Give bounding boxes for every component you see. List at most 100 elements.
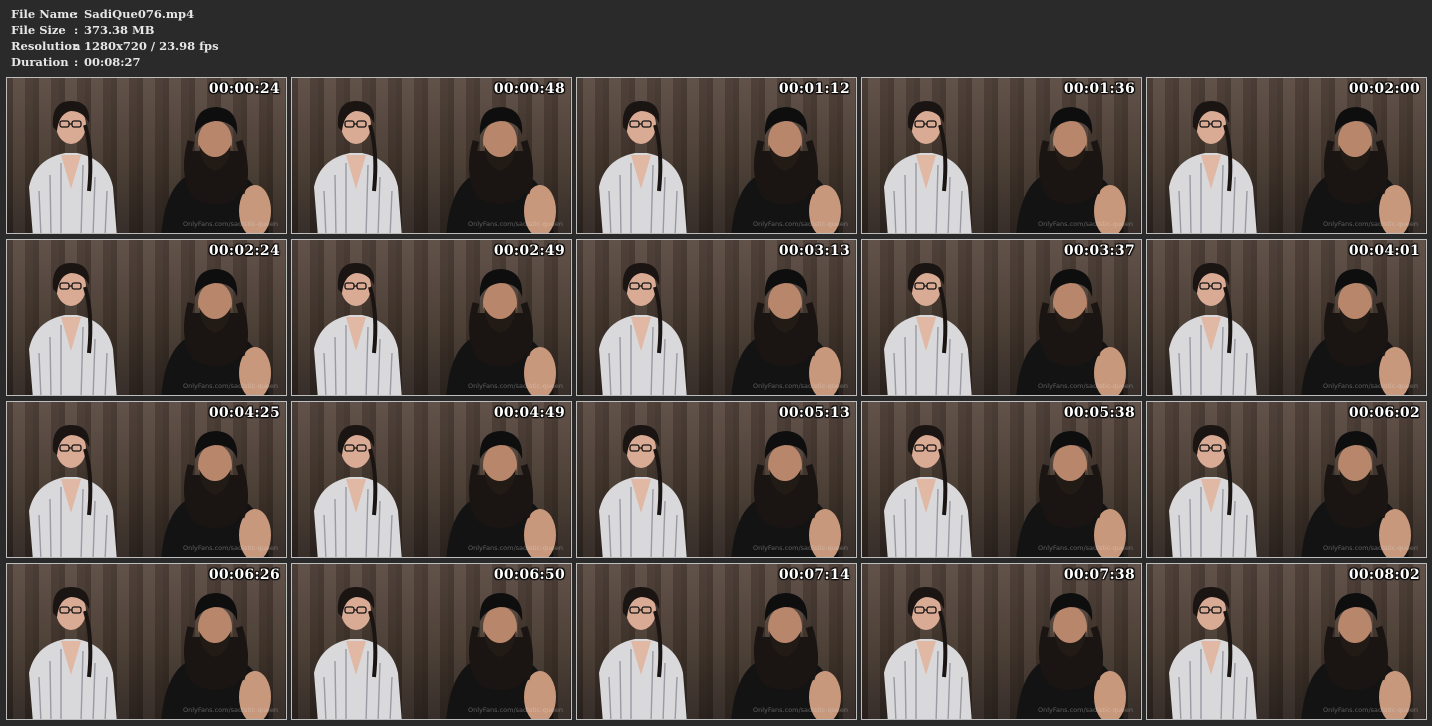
duration-value: 00:08:27	[84, 55, 141, 69]
thumbnail-watermark: OnlyFans.com/sadistic-queen	[753, 382, 848, 390]
man-figure	[446, 431, 556, 557]
thumbnail-timestamp: 00:02:24	[208, 243, 280, 259]
video-thumbnail: 00:01:12 OnlyFans.com/sadistic-queen	[576, 77, 857, 234]
thumbnail-watermark: OnlyFans.com/sadistic-queen	[1323, 382, 1418, 390]
file-size-row: File Size : 373.38 MB	[11, 22, 219, 38]
thumbnail-watermark: OnlyFans.com/sadistic-queen	[753, 220, 848, 228]
thumbnail-grid: 00:00:24 OnlyFans.com/sadistic-queen 00:…	[6, 77, 1427, 720]
thumbnail-timestamp: 00:06:02	[1348, 405, 1420, 421]
resolution-separator: :	[74, 39, 79, 53]
thumbnail-watermark: OnlyFans.com/sadistic-queen	[753, 544, 848, 552]
duration-key: Duration	[11, 55, 69, 69]
woman-figure	[1169, 587, 1257, 719]
man-figure	[1016, 107, 1126, 233]
woman-figure	[884, 101, 972, 233]
man-figure	[1301, 593, 1411, 719]
man-figure	[446, 269, 556, 395]
woman-figure	[29, 425, 117, 557]
thumbnail-timestamp: 00:07:38	[1063, 567, 1135, 583]
man-figure	[1301, 269, 1411, 395]
video-thumbnail: 00:03:37 OnlyFans.com/sadistic-queen	[861, 239, 1142, 396]
man-figure	[731, 431, 841, 557]
thumbnail-timestamp: 00:07:14	[778, 567, 850, 583]
file-name-value: SadiQue076.mp4	[84, 7, 195, 21]
man-figure	[161, 269, 271, 395]
woman-figure	[1169, 425, 1257, 557]
thumbnail-watermark: OnlyFans.com/sadistic-queen	[1323, 544, 1418, 552]
video-thumbnail: 00:07:38 OnlyFans.com/sadistic-queen	[861, 563, 1142, 720]
thumbnail-timestamp: 00:08:02	[1348, 567, 1420, 583]
thumbnail-timestamp: 00:02:00	[1348, 81, 1420, 97]
video-thumbnail: 00:05:38 OnlyFans.com/sadistic-queen	[861, 401, 1142, 558]
woman-figure	[1169, 101, 1257, 233]
duration-separator: :	[74, 55, 79, 69]
video-thumbnail: 00:04:25 OnlyFans.com/sadistic-queen	[6, 401, 287, 558]
video-thumbnail: 00:00:48 OnlyFans.com/sadistic-queen	[291, 77, 572, 234]
thumbnail-watermark: OnlyFans.com/sadistic-queen	[1038, 382, 1133, 390]
woman-figure	[599, 587, 687, 719]
thumbnail-watermark: OnlyFans.com/sadistic-queen	[468, 544, 563, 552]
video-thumbnail: 00:04:01 OnlyFans.com/sadistic-queen	[1146, 239, 1427, 396]
file-size-value: 373.38 MB	[84, 23, 155, 37]
video-thumbnail: 00:02:24 OnlyFans.com/sadistic-queen	[6, 239, 287, 396]
thumbnail-timestamp: 00:04:01	[1348, 243, 1420, 259]
video-thumbnail: 00:01:36 OnlyFans.com/sadistic-queen	[861, 77, 1142, 234]
man-figure	[1016, 269, 1126, 395]
thumbnail-watermark: OnlyFans.com/sadistic-queen	[468, 382, 563, 390]
thumbnail-watermark: OnlyFans.com/sadistic-queen	[183, 382, 278, 390]
woman-figure	[599, 425, 687, 557]
man-figure	[161, 431, 271, 557]
video-thumbnail: 00:05:13 OnlyFans.com/sadistic-queen	[576, 401, 857, 558]
video-thumbnail: 00:04:49 OnlyFans.com/sadistic-queen	[291, 401, 572, 558]
woman-figure	[884, 587, 972, 719]
video-thumbnail: 00:06:02 OnlyFans.com/sadistic-queen	[1146, 401, 1427, 558]
woman-figure	[599, 101, 687, 233]
thumbnail-timestamp: 00:05:38	[1063, 405, 1135, 421]
woman-figure	[314, 263, 402, 395]
thumbnail-watermark: OnlyFans.com/sadistic-queen	[468, 220, 563, 228]
video-thumbnail: 00:02:00 OnlyFans.com/sadistic-queen	[1146, 77, 1427, 234]
woman-figure	[29, 263, 117, 395]
file-name-separator: :	[74, 7, 79, 21]
man-figure	[1016, 593, 1126, 719]
file-name-key: File Name	[11, 7, 77, 21]
thumbnail-timestamp: 00:04:49	[493, 405, 565, 421]
file-name-row: File Name : SadiQue076.mp4	[11, 6, 219, 22]
woman-figure	[884, 425, 972, 557]
man-figure	[731, 107, 841, 233]
file-size-separator: :	[74, 23, 79, 37]
video-thumbnail: 00:06:26 OnlyFans.com/sadistic-queen	[6, 563, 287, 720]
man-figure	[1016, 431, 1126, 557]
thumbnail-watermark: OnlyFans.com/sadistic-queen	[1038, 706, 1133, 714]
thumbnail-timestamp: 00:01:12	[778, 81, 850, 97]
video-thumbnail: 00:08:02 OnlyFans.com/sadistic-queen	[1146, 563, 1427, 720]
thumbnail-timestamp: 00:01:36	[1063, 81, 1135, 97]
thumbnail-watermark: OnlyFans.com/sadistic-queen	[183, 706, 278, 714]
man-figure	[1301, 107, 1411, 233]
file-info-header: File Name : SadiQue076.mp4 File Size : 3…	[11, 6, 219, 70]
thumbnail-timestamp: 00:06:50	[493, 567, 565, 583]
thumbnail-watermark: OnlyFans.com/sadistic-queen	[1323, 220, 1418, 228]
video-thumbnail: 00:06:50 OnlyFans.com/sadistic-queen	[291, 563, 572, 720]
duration-row: Duration : 00:08:27	[11, 54, 219, 70]
thumbnail-timestamp: 00:00:48	[493, 81, 565, 97]
resolution-key: Resolution	[11, 39, 81, 53]
man-figure	[446, 107, 556, 233]
woman-figure	[884, 263, 972, 395]
man-figure	[1301, 431, 1411, 557]
thumbnail-timestamp: 00:04:25	[208, 405, 280, 421]
man-figure	[731, 593, 841, 719]
woman-figure	[314, 101, 402, 233]
woman-figure	[314, 587, 402, 719]
woman-figure	[29, 587, 117, 719]
resolution-row: Resolution : 1280x720 / 23.98 fps	[11, 38, 219, 54]
thumbnail-timestamp: 00:05:13	[778, 405, 850, 421]
file-size-key: File Size	[11, 23, 66, 37]
thumbnail-watermark: OnlyFans.com/sadistic-queen	[1038, 220, 1133, 228]
thumbnail-watermark: OnlyFans.com/sadistic-queen	[183, 220, 278, 228]
thumbnail-timestamp: 00:03:13	[778, 243, 850, 259]
thumbnail-watermark: OnlyFans.com/sadistic-queen	[1038, 544, 1133, 552]
video-thumbnail: 00:02:49 OnlyFans.com/sadistic-queen	[291, 239, 572, 396]
man-figure	[161, 107, 271, 233]
woman-figure	[29, 101, 117, 233]
